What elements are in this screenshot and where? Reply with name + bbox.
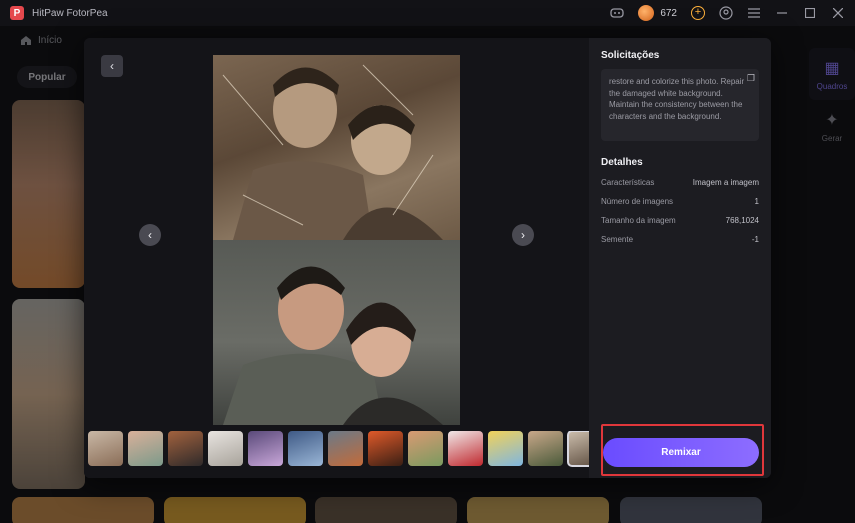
chevron-left-icon: ‹ xyxy=(148,228,152,242)
thumbnail[interactable] xyxy=(208,431,243,466)
prompt-section-title: Solicitações xyxy=(601,50,660,61)
detail-row: Tamanho da imagem 768,1024 xyxy=(601,216,759,225)
next-image-button[interactable]: › xyxy=(512,224,534,246)
thumbnail[interactable] xyxy=(528,431,563,466)
comparison-image xyxy=(213,55,460,425)
thumbnail[interactable] xyxy=(488,431,523,466)
detail-label: Semente xyxy=(601,235,634,244)
details-panel: Solicitações ❐ restore and colorize this… xyxy=(589,38,771,478)
chevron-left-icon: ‹ xyxy=(110,59,114,73)
detail-label: Número de imagens xyxy=(601,197,674,206)
copy-icon[interactable]: ❐ xyxy=(747,73,755,85)
thumbnail[interactable] xyxy=(88,431,123,466)
detail-label: Tamanho da imagem xyxy=(601,216,676,225)
add-credits-icon[interactable]: + xyxy=(691,6,705,20)
detail-value: Imagem a imagem xyxy=(692,178,759,187)
app-logo: P xyxy=(10,6,24,20)
app-title: HitPaw FotorPea xyxy=(32,7,108,19)
discord-icon[interactable] xyxy=(610,6,624,20)
detail-value: -1 xyxy=(751,235,759,244)
thumbnail[interactable] xyxy=(408,431,443,466)
close-icon[interactable] xyxy=(831,6,845,20)
previous-image-button[interactable]: ‹ xyxy=(139,224,161,246)
prompt-box: ❐ restore and colorize this photo. Repai… xyxy=(601,69,759,141)
prompt-text: restore and colorize this photo. Repair … xyxy=(609,77,745,121)
detail-label: Características xyxy=(601,178,655,187)
account-icon[interactable] xyxy=(719,6,733,20)
maximize-icon[interactable] xyxy=(803,6,817,20)
back-button[interactable]: ‹ xyxy=(101,55,123,77)
credit-count: 672 xyxy=(660,7,677,19)
chevron-right-icon: › xyxy=(521,228,525,242)
detail-row: Semente -1 xyxy=(601,235,759,244)
detail-value: 1 xyxy=(754,197,759,206)
thumbnail[interactable] xyxy=(128,431,163,466)
detail-value: 768,1024 xyxy=(725,216,759,225)
menu-icon[interactable] xyxy=(747,6,761,20)
thumbnail[interactable] xyxy=(288,431,323,466)
coin-icon xyxy=(638,5,655,21)
detail-row: Número de imagens 1 xyxy=(601,197,759,206)
thumbnail-strip xyxy=(84,431,589,471)
thumbnail[interactable] xyxy=(567,431,589,467)
image-viewer: ‹ ‹ › xyxy=(84,38,589,478)
minimize-icon[interactable] xyxy=(775,6,789,20)
title-bar-actions: 672 + xyxy=(610,0,845,26)
remix-button[interactable]: Remixar xyxy=(603,438,759,467)
image-detail-modal: ‹ ‹ › Solicitações ❐ restore and coloriz… xyxy=(84,38,771,478)
app-window: P HitPaw FotorPea 672 + Início Popular ▦… xyxy=(0,0,855,523)
thumbnail[interactable] xyxy=(168,431,203,466)
original-photo xyxy=(213,55,460,240)
detail-row: Características Imagem a imagem xyxy=(601,178,759,187)
thumbnail[interactable] xyxy=(448,431,483,466)
thumbnail[interactable] xyxy=(368,431,403,466)
details-section-title: Detalhes xyxy=(601,157,643,168)
thumbnail[interactable] xyxy=(248,431,283,466)
thumbnail[interactable] xyxy=(328,431,363,466)
title-bar: P HitPaw FotorPea 672 + xyxy=(0,0,855,26)
restored-photo xyxy=(213,240,460,425)
